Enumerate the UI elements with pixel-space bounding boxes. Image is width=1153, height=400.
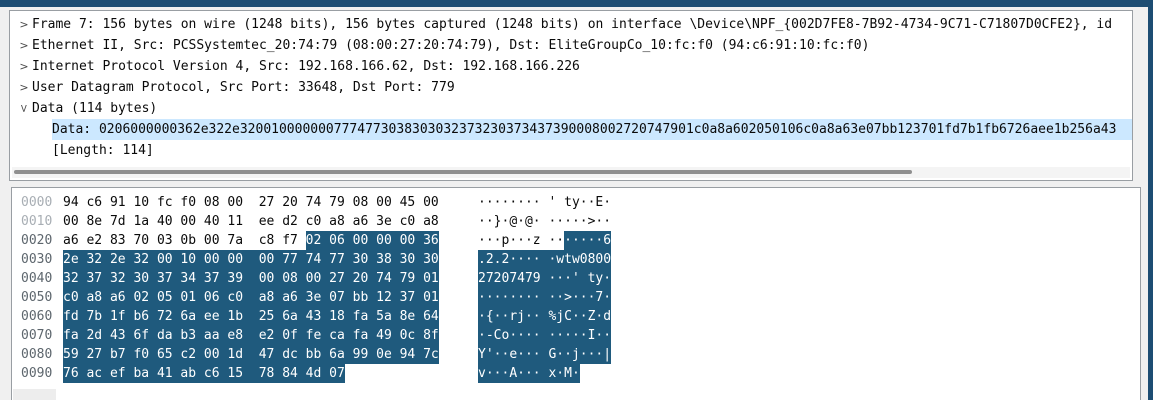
detail-row-length-field[interactable]: [Length: 114] [10,140,1132,161]
hex-bytes[interactable]: fa 2d 43 6f da b3 aa e8 e2 0f fe ca fa 4… [63,326,439,345]
detail-row-text: Internet Protocol Version 4, Src: 192.16… [32,56,1132,77]
expand-arrow-icon[interactable]: > [16,35,32,56]
hex-bytes[interactable]: 00 8e 7d 1a 40 00 40 11 ee d2 c0 a8 a6 3… [63,212,439,231]
hex-ascii[interactable]: Y'··e··· G··j···| [478,345,611,364]
hex-row-0070[interactable]: 0070 fa 2d 43 6f da b3 aa e8 e2 0f fe ca … [12,326,1140,345]
detail-row-data-header[interactable]: >Data (114 bytes) [10,98,1132,119]
hex-offset: 0060 [21,307,52,326]
hex-row-0030[interactable]: 0030 2e 32 2e 32 00 10 00 00 00 77 74 77 … [12,250,1140,269]
hex-offset: 0000 [21,193,52,212]
hex-offset: 0080 [21,345,52,364]
hex-ascii[interactable]: 27207479 ···' ty· [478,269,611,288]
hex-offset: 0010 [21,212,52,231]
hex-ascii[interactable]: ········ ··>···7· [478,288,611,307]
detail-row-text: Frame 7: 156 bytes on wire (1248 bits), … [32,14,1132,35]
detail-row-text: User Datagram Protocol, Src Port: 33648,… [32,77,1132,98]
details-horizontal-scrollbar[interactable] [12,167,1130,178]
collapse-arrow-icon[interactable]: > [14,101,35,117]
hex-ascii[interactable]: v···A··· x·M· [478,364,580,383]
hex-dump: 0000 94 c6 91 10 fc f0 08 00 27 20 74 79 … [12,188,1140,383]
detail-row-data-field[interactable]: Data: 0206000000362e322e3200100000007774… [10,119,1132,140]
hex-row-0050[interactable]: 0050 c0 a8 a6 02 05 01 06 c0 a8 a6 3e 07 … [12,288,1140,307]
detail-row-frame[interactable]: >Frame 7: 156 bytes on wire (1248 bits),… [10,14,1132,35]
packet-bytes-pane: 0000 94 c6 91 10 fc f0 08 00 27 20 74 79 … [11,187,1141,400]
expand-arrow-icon[interactable]: > [16,14,32,35]
hex-bytes[interactable]: c0 a8 a6 02 05 01 06 c0 a8 a6 3e 07 bb 1… [63,288,439,307]
hex-row-0040[interactable]: 0040 32 37 32 30 37 34 37 39 00 08 00 27 … [12,269,1140,288]
hex-ascii[interactable]: ·{··rj·· %jC··Z·d [478,307,611,326]
hex-ascii[interactable]: ···p···z ·······6 [478,231,611,250]
hex-ascii[interactable]: ·-Co···· ·····I·· [478,326,611,345]
hex-offset: 0020 [21,231,52,250]
hex-offset: 0050 [21,288,52,307]
expand-arrow-icon[interactable]: > [16,77,32,98]
hex-offset: 0090 [21,364,52,383]
detail-row-text: Ethernet II, Src: PCSSystemtec_20:74:79 … [32,35,1132,56]
hex-bytes[interactable]: a6 e2 83 70 03 0b 00 7a c8 f7 02 06 00 0… [63,231,439,250]
hex-ascii[interactable]: ··}·@·@· ·····>·· [478,212,611,231]
hex-offset: 0040 [21,269,52,288]
detail-row-ip[interactable]: >Internet Protocol Version 4, Src: 192.1… [10,56,1132,77]
bytes-pane-corner [13,389,56,400]
hex-bytes[interactable]: fd 7b 1f b6 72 6a ee 1b 25 6a 43 18 fa 5… [63,307,439,326]
window-right-edge [1148,0,1153,400]
detail-row-text: Data: 0206000000362e322e3200100000007774… [52,119,1132,140]
detail-row-text: Data (114 bytes) [32,98,1132,119]
hex-bytes[interactable]: 59 27 b7 f0 65 c2 00 1d 47 dc bb 6a 99 0… [63,345,439,364]
hex-ascii[interactable]: ········ ' ty··E· [478,193,611,212]
hex-row-0020[interactable]: 0020 a6 e2 83 70 03 0b 00 7a c8 f7 02 06 … [12,231,1140,250]
packet-details-pane: >Frame 7: 156 bytes on wire (1248 bits),… [9,10,1133,181]
hex-bytes[interactable]: 32 37 32 30 37 34 37 39 00 08 00 27 20 7… [63,269,439,288]
hex-bytes[interactable]: 2e 32 2e 32 00 10 00 00 00 77 74 77 30 3… [63,250,439,269]
hex-bytes[interactable]: 76 ac ef ba 41 ab c6 15 78 84 4d 07 [63,364,345,383]
packet-list-selected-row-edge [0,0,1153,7]
hex-row-0080[interactable]: 0080 59 27 b7 f0 65 c2 00 1d 47 dc bb 6a … [12,345,1140,364]
hex-row-0090[interactable]: 0090 76 ac ef ba 41 ab c6 15 78 84 4d 07 v… [12,364,1140,383]
detail-row-ethernet[interactable]: >Ethernet II, Src: PCSSystemtec_20:74:79… [10,35,1132,56]
packet-details-tree: >Frame 7: 156 bytes on wire (1248 bits),… [10,11,1132,161]
hex-offset: 0030 [21,250,52,269]
hex-ascii[interactable]: .2.2···· ·wtw0800 [478,250,611,269]
details-scrollbar-thumb[interactable] [14,170,912,174]
expand-arrow-icon[interactable]: > [16,56,32,77]
detail-row-udp[interactable]: >User Datagram Protocol, Src Port: 33648… [10,77,1132,98]
hex-offset: 0070 [21,326,52,345]
detail-row-text: [Length: 114] [52,140,1132,161]
hex-row-0060[interactable]: 0060 fd 7b 1f b6 72 6a ee 1b 25 6a 43 18 … [12,307,1140,326]
hex-row-0000[interactable]: 0000 94 c6 91 10 fc f0 08 00 27 20 74 79 … [12,193,1140,212]
hex-row-0010[interactable]: 0010 00 8e 7d 1a 40 00 40 11 ee d2 c0 a8 … [12,212,1140,231]
hex-bytes[interactable]: 94 c6 91 10 fc f0 08 00 27 20 74 79 08 0… [63,193,439,212]
